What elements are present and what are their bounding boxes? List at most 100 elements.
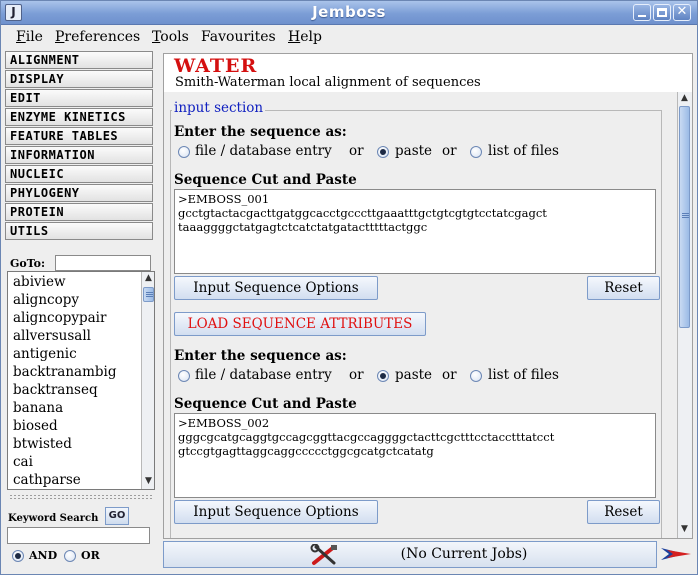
program-description: Smith-Waterman local alignment of sequen… <box>175 75 481 90</box>
scrollbar-thumb[interactable] <box>143 287 154 302</box>
category-phylogeny[interactable]: PHYLOGENY <box>5 184 153 202</box>
program-item[interactable]: backtranseq <box>13 381 98 399</box>
grip-line <box>682 213 689 214</box>
scroll-down-arrow-icon[interactable]: ▼ <box>678 523 691 536</box>
keyword-search-input[interactable] <box>7 527 150 544</box>
program-item[interactable]: backtranambig <box>13 363 117 381</box>
scrollbar-thumb[interactable] <box>679 106 690 328</box>
menu-bar: File Preferences Tools Favourites Help <box>1 25 697 49</box>
seq2-file-radio[interactable] <box>178 370 190 382</box>
maximize-icon <box>657 8 667 17</box>
and-radio[interactable] <box>12 550 24 562</box>
close-button[interactable]: ✕ <box>673 4 691 21</box>
grip-line <box>682 215 689 216</box>
grip-line <box>146 294 153 295</box>
sequence-paste-label: Sequence Cut and Paste <box>174 396 357 412</box>
goto-row: GoTo: <box>7 255 153 271</box>
program-title: WATER <box>174 55 258 77</box>
tools-icon[interactable] <box>310 544 340 566</box>
category-edit[interactable]: EDIT <box>5 89 153 107</box>
grip-line <box>146 292 153 293</box>
seq2-list-radio[interactable] <box>470 370 482 382</box>
or-text: or <box>442 367 457 383</box>
splitter-handle[interactable] <box>9 494 153 500</box>
menu-file[interactable]: File <box>16 29 43 45</box>
menu-favourites[interactable]: Favourites <box>201 29 276 45</box>
keyword-search-label: Keyword Search <box>8 513 99 524</box>
seq2-file-option: file / database entry <box>195 367 332 383</box>
program-item[interactable]: biosed <box>13 417 58 435</box>
window-title: Jemboss <box>312 3 386 21</box>
or-text: or <box>349 367 364 383</box>
or-label: OR <box>81 549 100 562</box>
enter-sequence-label: Enter the sequence as: <box>174 124 347 140</box>
seq1-file-option: file / database entry <box>195 143 332 159</box>
seq1-paste-option: paste <box>395 143 433 159</box>
or-radio[interactable] <box>64 550 76 562</box>
grip-line <box>682 217 689 218</box>
seq1-file-radio[interactable] <box>178 146 190 158</box>
seq1-list-option: list of files <box>488 143 559 159</box>
app-window: J Jemboss ✕ File Preferences Tools Favou… <box>0 0 698 575</box>
sequence-paste-label: Sequence Cut and Paste <box>174 172 357 188</box>
program-item[interactable]: cai <box>13 453 33 471</box>
load-sequence-attributes-button[interactable]: LOAD SEQUENCE ATTRIBUTES <box>174 312 426 336</box>
program-list[interactable]: abiview aligncopy aligncopypair allversu… <box>7 271 155 490</box>
category-feature-tables[interactable]: FEATURE TABLES <box>5 127 153 145</box>
program-item[interactable]: antigenic <box>13 345 77 363</box>
sequence2-textarea[interactable]: >EMBOSS_002 gggcgcatgcaggtgccagcggttacgc… <box>174 413 656 498</box>
menu-preferences[interactable]: Preferences <box>55 29 140 45</box>
input-sequence-options-button[interactable]: Input Sequence Options <box>174 500 378 524</box>
seq2-paste-option: paste <box>395 367 433 383</box>
minimize-button[interactable] <box>633 4 651 21</box>
enter-sequence-label: Enter the sequence as: <box>174 348 347 364</box>
program-item[interactable]: banana <box>13 399 63 417</box>
reset-button[interactable]: Reset <box>587 500 660 524</box>
scroll-up-arrow-icon[interactable]: ▲ <box>142 272 155 285</box>
form-scrollbar[interactable]: ▲ ▼ <box>677 92 692 538</box>
menu-tools[interactable]: Tools <box>152 29 189 45</box>
goto-label: GoTo: <box>10 257 46 270</box>
program-list-scrollbar[interactable]: ▲ ▼ <box>141 272 154 489</box>
category-alignment[interactable]: ALIGNMENT <box>5 51 153 69</box>
run-arrow-icon[interactable] <box>659 544 693 564</box>
job-status-bar[interactable]: (No Current Jobs) <box>163 541 657 568</box>
program-item[interactable]: abiview <box>13 273 66 291</box>
go-button[interactable]: GO <box>105 507 129 525</box>
program-header: WATER Smith-Waterman local alignment of … <box>164 54 692 92</box>
minimize-icon <box>638 15 646 17</box>
maximize-button[interactable] <box>653 4 671 21</box>
title-bar[interactable]: J Jemboss ✕ <box>1 1 697 25</box>
category-information[interactable]: INFORMATION <box>5 146 153 164</box>
category-enzyme-kinetics[interactable]: ENZYME KINETICS <box>5 108 153 126</box>
input-section-title: input section <box>172 100 266 116</box>
grip-line <box>146 296 153 297</box>
category-utils[interactable]: UTILS <box>5 222 153 240</box>
seq2-list-option: list of files <box>488 367 559 383</box>
job-status-text: (No Current Jobs) <box>400 546 528 562</box>
program-item[interactable]: allversusall <box>13 327 91 345</box>
seq2-paste-radio[interactable] <box>377 370 389 382</box>
menu-help[interactable]: Help <box>288 29 322 45</box>
close-icon: ✕ <box>676 4 688 19</box>
or-text: or <box>442 143 457 159</box>
program-form-panel: WATER Smith-Waterman local alignment of … <box>163 53 693 539</box>
sequence1-textarea[interactable]: >EMBOSS_001 gcctgtactacgacttgatggcacctgc… <box>174 189 656 274</box>
scroll-up-arrow-icon[interactable]: ▲ <box>678 92 691 105</box>
program-item[interactable]: aligncopypair <box>13 309 106 327</box>
sidebar: ALIGNMENT DISPLAY EDIT ENZYME KINETICS F… <box>5 51 155 569</box>
category-display[interactable]: DISPLAY <box>5 70 153 88</box>
input-sequence-options-button[interactable]: Input Sequence Options <box>174 276 378 300</box>
and-label: AND <box>29 549 58 562</box>
category-nucleic[interactable]: NUCLEIC <box>5 165 153 183</box>
category-protein[interactable]: PROTEIN <box>5 203 153 221</box>
goto-input[interactable] <box>55 255 151 271</box>
program-item[interactable]: aligncopy <box>13 291 79 309</box>
seq1-paste-radio[interactable] <box>377 146 389 158</box>
reset-button[interactable]: Reset <box>587 276 660 300</box>
or-text: or <box>349 143 364 159</box>
scroll-down-arrow-icon[interactable]: ▼ <box>142 475 155 488</box>
program-item[interactable]: cathparse <box>13 471 81 489</box>
seq1-list-radio[interactable] <box>470 146 482 158</box>
program-item[interactable]: btwisted <box>13 435 72 453</box>
